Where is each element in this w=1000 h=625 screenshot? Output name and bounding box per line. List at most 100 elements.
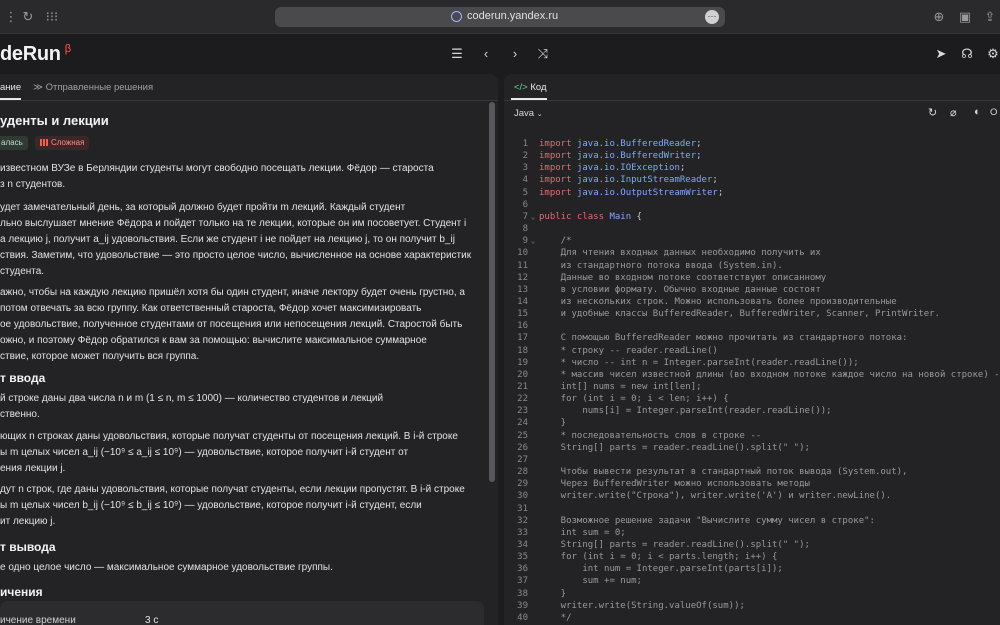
line-number: 10 xyxy=(517,248,528,259)
input-line: ы m целых чисел b_ij (−10⁹ ≤ b_ij ≤ 10⁹)… xyxy=(0,500,422,511)
line-number: 23 xyxy=(517,406,528,417)
code-tabs: </> Код xyxy=(504,74,1000,101)
code-text: Через BufferedWriter можно использовать … xyxy=(539,479,810,490)
code-text: import java.io.OutputStreamWriter; xyxy=(539,187,724,198)
line-number: 21 xyxy=(517,382,528,392)
code-text: for (int i = 0; i < parts.length; i++) { xyxy=(539,552,778,563)
line-number: 6 xyxy=(522,199,528,210)
output-line: е одно целое число — максимальное суммар… xyxy=(0,562,333,573)
tab-code[interactable]: </> Код xyxy=(511,82,547,100)
line-number: 37 xyxy=(517,576,528,587)
line-number: 5 xyxy=(522,187,528,198)
code-text: import java.io.BufferedWriter; xyxy=(539,151,702,162)
line-number: 15 xyxy=(517,309,528,320)
line-number: 20 xyxy=(517,369,528,380)
next-problem-icon[interactable]: › xyxy=(507,46,523,62)
code-text: import java.io.InputStreamReader; xyxy=(539,175,718,186)
code-text: Данные во входном потоке соответствуют о… xyxy=(539,272,827,283)
line-number: 30 xyxy=(517,491,528,502)
prev-problem-icon[interactable]: ‹ xyxy=(478,46,494,62)
output-format-heading: т вывода xyxy=(0,540,56,554)
line-number: 25 xyxy=(517,430,528,441)
input-line: дут n строк, где даны удовольствия, кото… xyxy=(0,484,465,495)
code-text: nums[i] = Integer.parseInt(reader.readLi… xyxy=(539,406,832,417)
address-bar[interactable]: coderun.yandex.ru ··· xyxy=(275,7,725,27)
code-text: /* xyxy=(539,236,572,247)
line-number: 8 xyxy=(522,224,528,235)
input-format-heading: т ввода xyxy=(0,371,46,385)
statement-line: льно выслушает мнение Фёдора и пойдет то… xyxy=(0,218,467,229)
line-number: 34 xyxy=(517,539,528,550)
more-options-icon[interactable]: ··· xyxy=(705,10,719,24)
line-number: 40 xyxy=(517,612,528,623)
line-number: 1 xyxy=(522,139,528,149)
code-text: import java.io.IOException; xyxy=(539,163,686,174)
code-text: и удобные классы BufferedReader, Buffere… xyxy=(539,309,940,320)
difficulty-bars-icon xyxy=(40,139,48,146)
shuffle-icon[interactable]: ⤨ xyxy=(535,46,551,62)
line-number: 32 xyxy=(517,515,528,526)
input-line: й строке даны два числа n и m (1 ≤ n, m … xyxy=(0,393,384,404)
settings-gear-icon[interactable]: ⚙ xyxy=(985,46,1000,62)
code-text: int sum = 0; xyxy=(539,527,626,538)
support-icon[interactable]: ☊ xyxy=(959,46,975,62)
reset-icon[interactable]: ↻ xyxy=(928,106,937,119)
logo[interactable]: deRun β xyxy=(0,43,71,66)
share-icon[interactable]: ⇪ xyxy=(982,9,998,25)
line-number: 29 xyxy=(517,479,528,490)
tab-submissions[interactable]: ≫ Отправленные решения xyxy=(33,82,153,93)
toolbar-overflow-label[interactable]: O xyxy=(990,107,997,118)
theme-icon[interactable]: ◐ xyxy=(974,106,981,118)
attach-icon[interactable]: ⌀ xyxy=(950,106,957,119)
code-text: String[] parts = reader.readLine().split… xyxy=(539,442,810,453)
line-number: 9 xyxy=(522,236,528,247)
code-text: */ xyxy=(539,612,572,623)
code-text: import java.io.BufferedReader; xyxy=(539,139,702,149)
code-text: из стандартного потока ввода (System.in)… xyxy=(539,260,783,271)
time-limit-value: 3 с xyxy=(145,615,159,625)
download-icon[interactable]: ⊕ xyxy=(931,9,947,25)
line-number: 31 xyxy=(517,503,528,514)
statement-line: ожно, и поэтому Фёдор обратился к вам за… xyxy=(0,335,427,346)
code-text: int num = Integer.parseInt(parts[i]); xyxy=(539,564,783,575)
reload-icon[interactable]: ↻ xyxy=(20,9,36,25)
tab-description[interactable]: ание xyxy=(0,82,22,100)
scrollbar[interactable] xyxy=(489,102,495,482)
code-text: Для чтения входных данных необходимо пол… xyxy=(539,248,821,259)
screenshot-icon[interactable]: ▣ xyxy=(957,9,973,25)
tab-grid-icon[interactable]: ⁝⁝⁝ xyxy=(44,9,60,25)
code-editor[interactable]: 1 import java.io.BufferedReader; 2 import j… xyxy=(504,134,1000,625)
line-number: 28 xyxy=(517,467,528,478)
line-number: 27 xyxy=(517,454,528,465)
statement-line: ажно, чтобы на каждую лекцию пришёл хотя… xyxy=(0,287,465,298)
site-favicon-icon xyxy=(451,11,462,22)
difficulty-badge: Сложная xyxy=(35,136,90,150)
code-text: writer.write("Строка"), writer.write('A'… xyxy=(539,491,892,502)
line-number: 17 xyxy=(517,333,528,344)
input-line: ит лекцию j. xyxy=(0,516,56,527)
statement-line: ствия. Заметим, что удовольствие — это п… xyxy=(0,250,472,261)
line-number: 3 xyxy=(522,163,528,174)
code-text: Чтобы вывести результат в стандартный по… xyxy=(539,467,908,478)
code-text: в условии формату. Обычно входные данные… xyxy=(539,284,821,295)
sidebar-toggle-icon[interactable]: ⋮ xyxy=(3,9,19,25)
input-line: ственно. xyxy=(0,409,40,420)
fold-chevron-icon[interactable]: ⌄ xyxy=(531,235,535,247)
browser-toolbar: ⋮ ↻ ⁝⁝⁝ coderun.yandex.ru ··· ⊕ ▣ ⇪ xyxy=(0,0,1000,34)
send-icon[interactable]: ➤ xyxy=(933,46,949,62)
code-text: С помощью BufferedReader можно прочитать… xyxy=(539,333,908,344)
code-text: } xyxy=(539,418,567,429)
language-select[interactable]: Java ⌄ xyxy=(514,108,543,119)
line-number: 33 xyxy=(517,527,528,538)
input-line: ения лекции j. xyxy=(0,463,66,474)
code-text: * массив чисел известной длины (во входн… xyxy=(539,369,1000,380)
code-text: String[] parts = reader.readLine().split… xyxy=(539,539,810,550)
problem-list-icon[interactable]: ☰ xyxy=(449,46,465,62)
problem-panel: ание ≫ Отправленные решения уденты и лек… xyxy=(0,74,498,625)
statement-line: потом отвечать за всю группу. Как ответс… xyxy=(0,303,422,314)
line-number: 4 xyxy=(522,175,528,186)
problem-tabs: ание ≫ Отправленные решения xyxy=(0,74,498,101)
statement-line: а лекцию j, получит a_ij удовольствия. Е… xyxy=(0,234,455,245)
statement-line: известном ВУЗе в Берляндии студенты могу… xyxy=(0,163,434,174)
fold-chevron-icon[interactable]: ⌄ xyxy=(531,211,535,223)
